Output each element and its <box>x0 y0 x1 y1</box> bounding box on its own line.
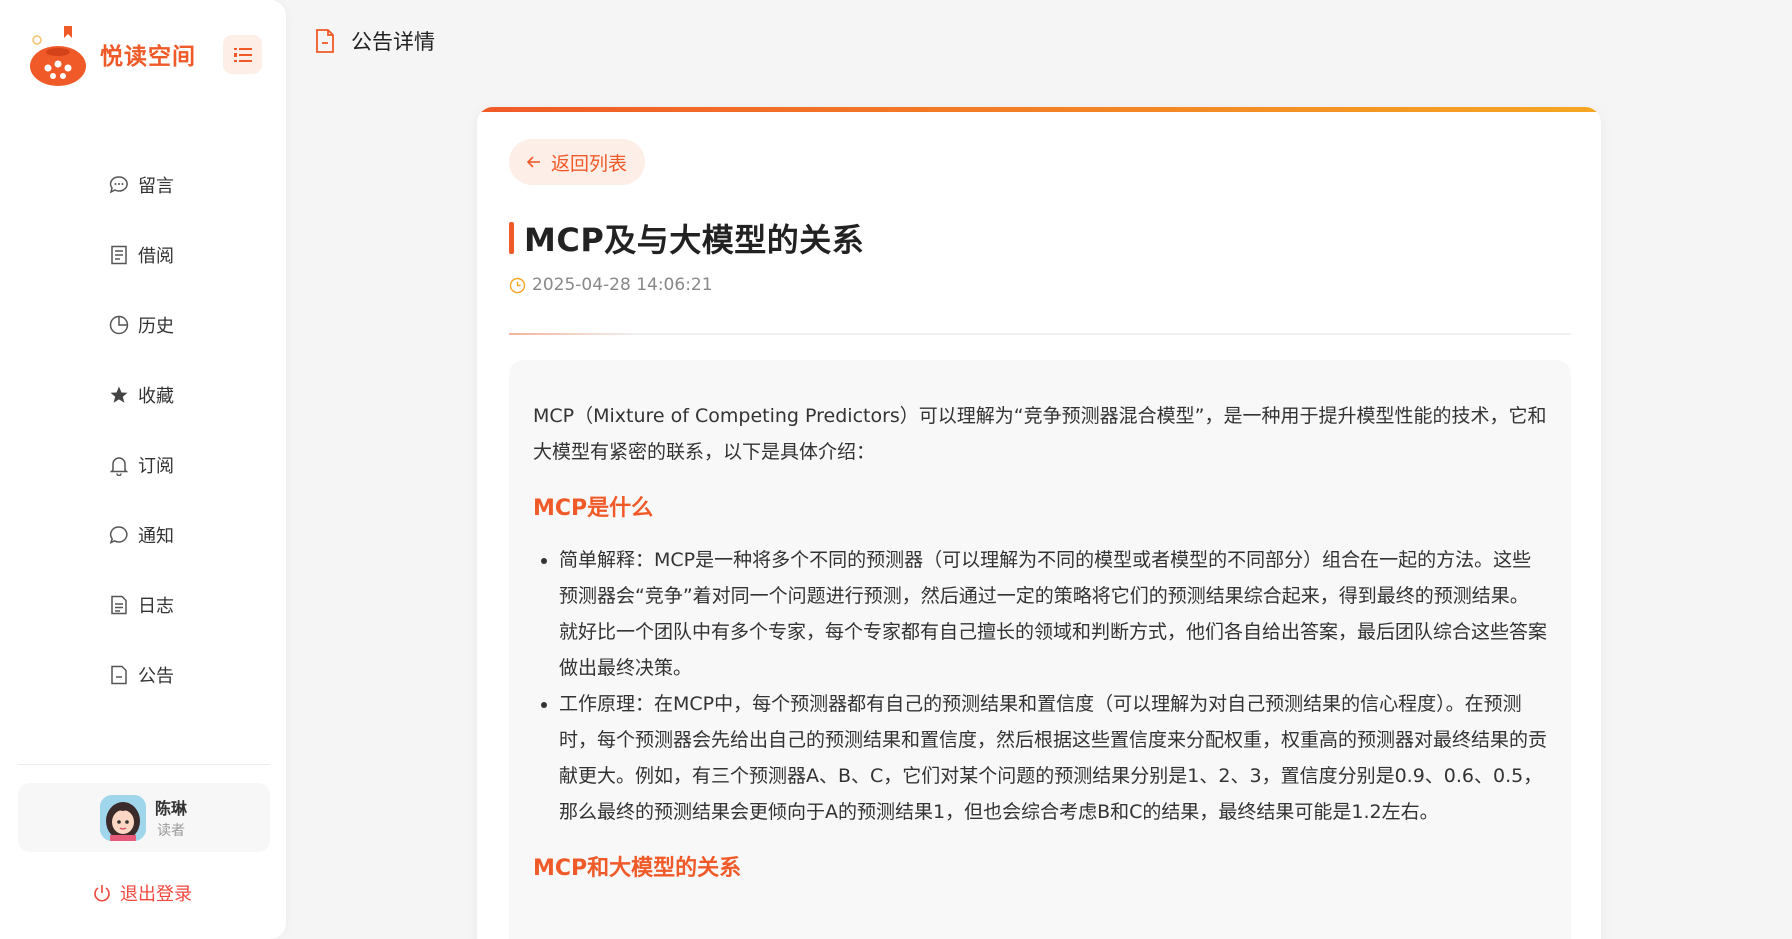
bullet-list: 简单解释：MCP是一种将多个不同的预测器（可以理解为不同的模型或者模型的不同部分… <box>533 542 1547 830</box>
announcement-card: 返回列表 MCP及与大模型的关系 2025-04-28 14:06:21 MCP… <box>477 107 1601 939</box>
power-icon <box>94 885 110 902</box>
page-title: 公告详情 <box>351 30 435 54</box>
sidebar: 悦读空间 留言 借阅 历史 收藏 订阅 通知 日志 公告 陈琳 读者 退出登录 <box>0 0 286 939</box>
sidebar-item-label: 借阅 <box>138 246 174 267</box>
sidebar-item-label: 日志 <box>138 596 174 617</box>
article-content: MCP（Mixture of Competing Predictors）可以理解… <box>509 360 1571 939</box>
sidebar-nav: 留言 借阅 历史 收藏 订阅 通知 日志 公告 <box>108 150 174 710</box>
arrow-left-icon <box>527 156 540 168</box>
article-intro: MCP（Mixture of Competing Predictors）可以理解… <box>533 405 1547 463</box>
sidebar-item-label: 历史 <box>138 316 174 337</box>
sidebar-item-logs[interactable]: 日志 <box>108 570 174 640</box>
document-minus-icon <box>111 665 127 685</box>
document-text-icon <box>111 595 127 615</box>
sidebar-item-message[interactable]: 留言 <box>108 150 174 220</box>
sidebar-item-notifications[interactable]: 通知 <box>108 500 174 570</box>
pie-chart-icon <box>109 315 129 335</box>
sidebar-item-borrow[interactable]: 借阅 <box>108 220 174 290</box>
sidebar-item-label: 留言 <box>138 176 174 197</box>
bell-icon <box>109 457 129 476</box>
list-item: 工作原理：在MCP中，每个预测器都有自己的预测结果和置信度（可以理解为对自己预测… <box>559 686 1547 830</box>
logout-button[interactable]: 退出登录 <box>92 880 192 906</box>
menu-fold-icon <box>233 47 252 62</box>
user-role: 读者 <box>157 823 185 839</box>
document-lines-icon <box>111 245 127 265</box>
back-label: 返回列表 <box>551 152 628 175</box>
chat-bubble-icon <box>109 176 128 194</box>
back-to-list-button[interactable]: 返回列表 <box>509 139 646 185</box>
article-title: MCP及与大模型的关系 <box>524 221 865 259</box>
sidebar-item-subscribe[interactable]: 订阅 <box>108 430 174 500</box>
section-heading: MCP和大模型的关系 <box>533 856 742 881</box>
sidebar-item-label: 订阅 <box>138 456 174 477</box>
star-icon <box>110 386 128 403</box>
sidebar-item-announcements[interactable]: 公告 <box>108 640 174 710</box>
tomato-logo-icon <box>24 22 88 86</box>
brand-name: 悦读空间 <box>100 44 196 70</box>
article-title-wrap: MCP及与大模型的关系 <box>509 215 864 261</box>
avatar <box>100 795 146 841</box>
title-accent-bar <box>509 222 514 254</box>
sidebar-item-label: 公告 <box>138 666 174 687</box>
article-timestamp: 2025-04-28 14:06:21 <box>532 275 713 295</box>
user-name: 陈琳 <box>155 799 188 818</box>
document-minus-icon <box>316 29 334 53</box>
logout-label: 退出登录 <box>120 884 192 905</box>
article-meta: 2025-04-28 14:06:21 <box>509 275 713 295</box>
user-card[interactable]: 陈琳 读者 <box>18 783 270 852</box>
sidebar-item-label: 收藏 <box>138 386 174 407</box>
card-accent-bar <box>477 107 1601 112</box>
sidebar-divider <box>18 764 270 765</box>
section-heading: MCP是什么 <box>533 496 654 521</box>
list-item: 简单解释：MCP是一种将多个不同的预测器（可以理解为不同的模型或者模型的不同部分… <box>559 542 1547 686</box>
sidebar-item-history[interactable]: 历史 <box>108 290 174 360</box>
sidebar-item-favorites[interactable]: 收藏 <box>108 360 174 430</box>
menu-collapse-button[interactable] <box>223 35 262 74</box>
title-divider <box>509 333 1571 335</box>
message-circle-icon <box>109 526 128 544</box>
clock-icon <box>509 277 526 293</box>
sidebar-item-label: 通知 <box>138 526 174 547</box>
page-header: 公告详情 <box>313 26 435 56</box>
brand[interactable]: 悦读空间 <box>24 22 196 86</box>
